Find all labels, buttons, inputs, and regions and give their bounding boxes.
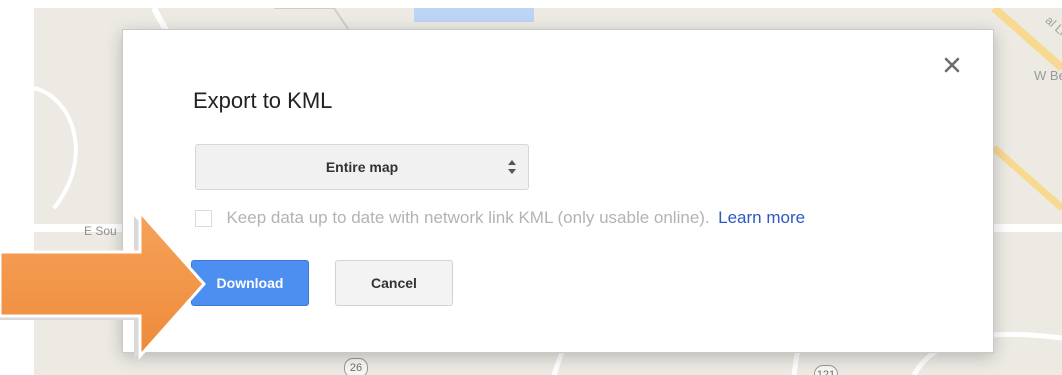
close-icon[interactable]	[941, 54, 963, 76]
map-label-east-road: W Bethel	[1034, 68, 1062, 83]
cancel-button[interactable]: Cancel	[335, 260, 453, 306]
export-scope-select[interactable]: Entire map	[195, 144, 529, 190]
select-value: Entire map	[325, 159, 399, 175]
map-label-south-road: E Sou	[84, 224, 117, 238]
download-button[interactable]: Download	[191, 260, 309, 306]
route-shield: 26	[344, 358, 368, 375]
dialog-title: Export to KML	[193, 88, 333, 113]
route-shield: 121	[814, 365, 838, 375]
screenshot-stage: W Bethel E Sou al Ln 26 121 Export to KM…	[0, 0, 1062, 375]
network-link-label: Keep data up to date with network link K…	[226, 208, 710, 227]
learn-more-link[interactable]: Learn more	[718, 208, 805, 227]
network-link-checkbox[interactable]	[195, 209, 212, 227]
updown-arrows-icon	[506, 157, 518, 177]
network-link-row: Keep data up to date with network link K…	[195, 208, 805, 232]
export-kml-dialog: Export to KML Entire map Keep data up to…	[122, 29, 994, 353]
